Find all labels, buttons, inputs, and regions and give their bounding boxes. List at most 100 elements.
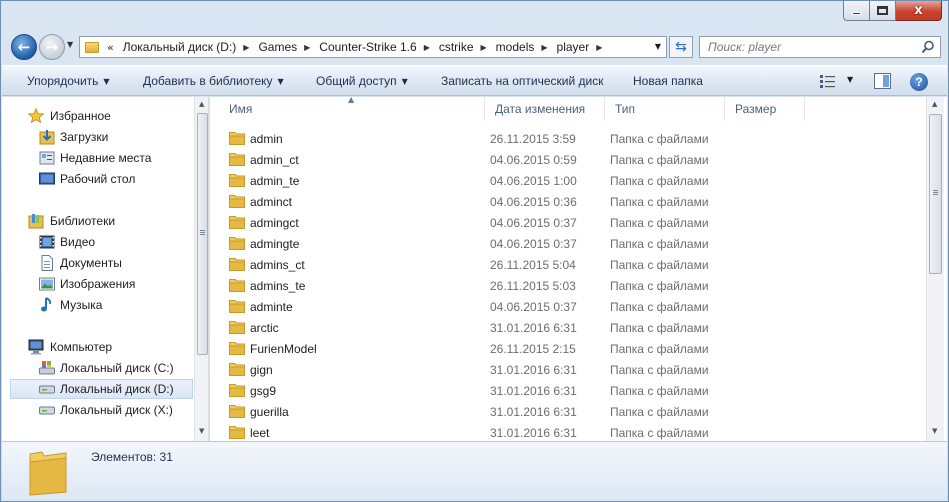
view-options-icon[interactable] xyxy=(820,74,836,91)
sidebar-item-drive-c[interactable]: Локальный диск (C:) xyxy=(2,358,192,378)
sidebar-item-recent-places[interactable]: Недавние места xyxy=(2,148,192,168)
file-row[interactable]: gign 31.01.2016 6:31 Папка с файлами xyxy=(210,359,925,380)
file-list-pane: ▲ Имя Дата изменения Тип Размер admin 26.… xyxy=(210,97,947,441)
file-type: Папка с файлами xyxy=(610,237,709,251)
file-row[interactable]: admin_ct 04.06.2015 0:59 Папка с файлами xyxy=(210,149,925,170)
file-list-scrollbar-thumb[interactable] xyxy=(929,114,942,274)
file-name: admin_te xyxy=(250,174,300,188)
organize-button[interactable]: Упорядочить ▼ xyxy=(27,74,110,88)
column-header-date[interactable]: Дата изменения xyxy=(485,97,605,121)
sidebar-item-favorites[interactable]: Избранное xyxy=(2,106,192,126)
file-list-scrollbar[interactable]: ▲ ▼ xyxy=(926,97,944,441)
file-type: Папка с файлами xyxy=(610,153,709,167)
add-to-library-button[interactable]: Добавить в библиотеку ▼ xyxy=(143,74,284,88)
breadcrumb-cstrike[interactable]: cstrike xyxy=(439,40,474,54)
file-row[interactable]: admingte 04.06.2015 0:37 Папка с файлами xyxy=(210,233,925,254)
sidebar-item-libraries[interactable]: Библиотеки xyxy=(2,211,192,231)
file-row[interactable]: admins_ct 26.11.2015 5:04 Папка с файлами xyxy=(210,254,925,275)
breadcrumb-separator-icon[interactable]: ▶ xyxy=(243,43,249,52)
file-name: guerilla xyxy=(250,405,289,419)
file-date: 04.06.2015 0:37 xyxy=(490,300,577,314)
file-type: Папка с файлами xyxy=(610,405,709,419)
file-date: 04.06.2015 0:59 xyxy=(490,153,577,167)
sidebar-item-downloads[interactable]: Загрузки xyxy=(2,127,192,147)
forward-button[interactable]: → xyxy=(39,34,65,60)
sidebar-item-video[interactable]: Видео xyxy=(2,232,192,252)
file-row[interactable]: admin 26.11.2015 3:59 Папка с файлами xyxy=(210,128,925,149)
sidebar-item-music[interactable]: Музыка xyxy=(2,295,192,315)
help-button[interactable]: ? xyxy=(910,73,928,91)
file-type: Папка с файлами xyxy=(610,216,709,230)
desktop-icon xyxy=(39,172,55,185)
preview-pane-icon[interactable] xyxy=(874,73,891,92)
chevron-down-icon: ▼ xyxy=(103,77,110,86)
column-header-name[interactable]: Имя xyxy=(210,97,485,121)
scroll-up-icon[interactable]: ▲ xyxy=(932,100,937,108)
burn-button[interactable]: Записать на оптический диск xyxy=(441,74,604,88)
view-dropdown-icon[interactable]: ▼ xyxy=(847,75,853,84)
file-row[interactable]: gsg9 31.01.2016 6:31 Папка с файлами xyxy=(210,380,925,401)
folder-icon xyxy=(229,153,245,166)
file-row[interactable]: admingct 04.06.2015 0:37 Папка с файлами xyxy=(210,212,925,233)
breadcrumb-drive-d[interactable]: Локальный диск (D:) xyxy=(123,40,237,54)
sidebar-item-label: Локальный диск (X:) xyxy=(60,403,173,417)
sidebar-item-computer[interactable]: Компьютер xyxy=(2,337,192,357)
breadcrumb-separator-icon[interactable]: ▶ xyxy=(481,43,487,52)
sidebar-item-drive-x[interactable]: Локальный диск (X:) xyxy=(2,400,192,420)
close-button[interactable]: x xyxy=(896,1,942,21)
file-row[interactable]: FurienModel 26.11.2015 2:15 Папка с файлам… xyxy=(210,338,925,359)
downloads-icon xyxy=(39,130,55,145)
file-name: admins_te xyxy=(250,279,306,293)
navigation-scrollbar-thumb[interactable] xyxy=(197,113,208,355)
maximize-button[interactable] xyxy=(870,1,896,21)
scroll-down-icon[interactable]: ▼ xyxy=(932,427,937,435)
column-header-type[interactable]: Тип xyxy=(605,97,725,121)
folder-icon xyxy=(229,363,245,376)
file-date: 31.01.2016 6:31 xyxy=(490,321,577,335)
file-type: Папка с файлами xyxy=(610,279,709,293)
new-folder-button[interactable]: Новая папка xyxy=(633,74,703,88)
search-icon[interactable] xyxy=(921,40,935,57)
scroll-up-icon[interactable]: ▲ xyxy=(199,100,204,108)
file-row[interactable]: adminte 04.06.2015 0:37 Папка с файлами xyxy=(210,296,925,317)
scroll-down-icon[interactable]: ▼ xyxy=(199,427,204,435)
file-row[interactable]: arctic 31.01.2016 6:31 Папка с файлами xyxy=(210,317,925,338)
sidebar-item-label: Рабочий стол xyxy=(60,172,136,186)
file-row[interactable]: guerilla 31.01.2016 6:31 Папка с файлами xyxy=(210,401,925,422)
back-button[interactable]: ← xyxy=(11,34,37,60)
address-dropdown-icon[interactable]: ▼ xyxy=(655,42,661,51)
sidebar-item-label: Локальный диск (C:) xyxy=(60,361,174,375)
address-overflow-button[interactable]: « xyxy=(107,41,114,54)
search-input[interactable] xyxy=(708,40,908,54)
breadcrumb-separator-icon[interactable]: ▶ xyxy=(541,43,547,52)
breadcrumb-models[interactable]: models xyxy=(496,40,535,54)
file-type: Папка с файлами xyxy=(610,342,709,356)
recent-pages-dropdown[interactable]: ▼ xyxy=(67,40,73,49)
breadcrumb-games[interactable]: Games xyxy=(258,40,297,54)
sidebar-item-pictures[interactable]: Изображения xyxy=(2,274,192,294)
file-row[interactable]: leet 31.01.2016 6:31 Папка с файлами xyxy=(210,422,925,441)
breadcrumb-separator-icon[interactable]: ▶ xyxy=(596,43,602,52)
sidebar-item-desktop[interactable]: Рабочий стол xyxy=(2,169,192,189)
folder-icon xyxy=(229,426,245,439)
sidebar-item-documents[interactable]: Документы xyxy=(2,253,192,273)
file-date: 31.01.2016 6:31 xyxy=(490,363,577,377)
file-row[interactable]: adminct 04.06.2015 0:36 Папка с файлами xyxy=(210,191,925,212)
file-date: 04.06.2015 0:37 xyxy=(490,237,577,251)
minimize-button[interactable] xyxy=(843,1,870,21)
breadcrumb-counter-strike[interactable]: Counter-Strike 1.6 xyxy=(319,40,416,54)
column-header-size[interactable]: Размер xyxy=(725,97,805,121)
breadcrumb-separator-icon[interactable]: ▶ xyxy=(304,43,310,52)
search-box[interactable] xyxy=(699,36,941,58)
breadcrumb-separator-icon[interactable]: ▶ xyxy=(424,43,430,52)
chevron-down-icon: ▼ xyxy=(401,77,408,86)
sidebar-item-drive-d[interactable]: Локальный диск (D:) xyxy=(10,379,193,399)
address-bar[interactable]: « Локальный диск (D:) ▶ Games ▶ Counter-… xyxy=(79,36,667,58)
refresh-button[interactable]: ⇆ xyxy=(669,36,693,58)
breadcrumb-player[interactable]: player xyxy=(557,40,590,54)
file-row[interactable]: admin_te 04.06.2015 1:00 Папка с файлами xyxy=(210,170,925,191)
file-row[interactable]: admins_te 26.11.2015 5:03 Папка с файлами xyxy=(210,275,925,296)
grip-line xyxy=(933,190,938,191)
share-button[interactable]: Общий доступ ▼ xyxy=(316,74,408,88)
navigation-scrollbar[interactable]: ▲ ▼ xyxy=(194,97,208,441)
